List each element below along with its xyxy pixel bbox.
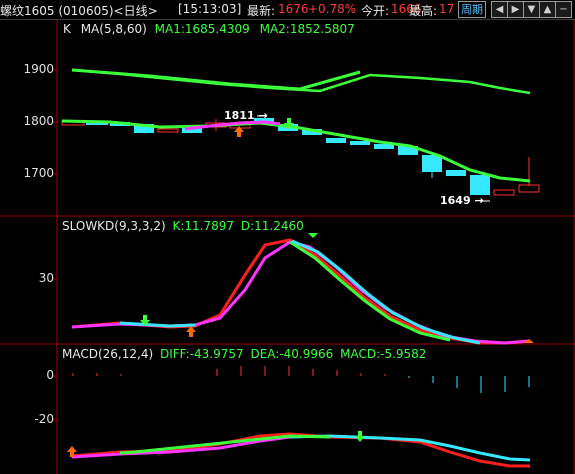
legend-macd: MACD(26,12,4) — [62, 347, 154, 361]
macd-tick-0: 0 — [46, 368, 54, 382]
price-tick-1800: 1800 — [23, 114, 54, 128]
macd-tick-minus20: -20 — [34, 412, 54, 426]
ma60-line — [71, 68, 361, 91]
legend-dea: DEA:-40.9966 — [250, 347, 334, 361]
slowkd-k-line — [71, 238, 531, 345]
legend-diff: DIFF:-43.9757 — [159, 347, 244, 361]
macd-legend: MACD(26,12,4) DIFF:-43.9757 DEA:-40.9966… — [62, 347, 432, 361]
kd-tick-30: 30 — [38, 271, 54, 285]
kd-legend: SLOWKD(9,3,3,2) K:11.7897 D:11.2460 — [62, 219, 310, 233]
legend-ma1: MA1:1685.4309 — [154, 22, 250, 36]
macd-dea-line-2 — [289, 434, 531, 462]
chart-canvas[interactable] — [0, 0, 575, 474]
slowkd-d-line — [71, 240, 531, 345]
legend-kd-d: D:11.2460 — [240, 219, 304, 233]
legend-kd-k: K:11.7897 — [172, 219, 235, 233]
price-tick-1900: 1900 — [23, 62, 54, 76]
low-annotation: 1649 → — [440, 194, 484, 207]
macd-histogram — [72, 366, 530, 393]
legend-ma2: MA2:1852.5807 — [259, 22, 355, 36]
price-tick-1700: 1700 — [23, 166, 54, 180]
legend-macd-value: MACD:-5.9582 — [340, 347, 427, 361]
slowkd-green-line — [289, 240, 451, 342]
price-legend: K MA(5,8,60) MA1:1685.4309 MA2:1852.5807 — [63, 22, 361, 36]
legend-k: K — [63, 22, 71, 36]
legend-ma: MA(5,8,60) — [80, 22, 147, 36]
high-annotation: 1811 → — [224, 109, 268, 122]
legend-slowkd: SLOWKD(9,3,3,2) — [62, 219, 166, 233]
kd-signal-markers — [140, 233, 534, 343]
